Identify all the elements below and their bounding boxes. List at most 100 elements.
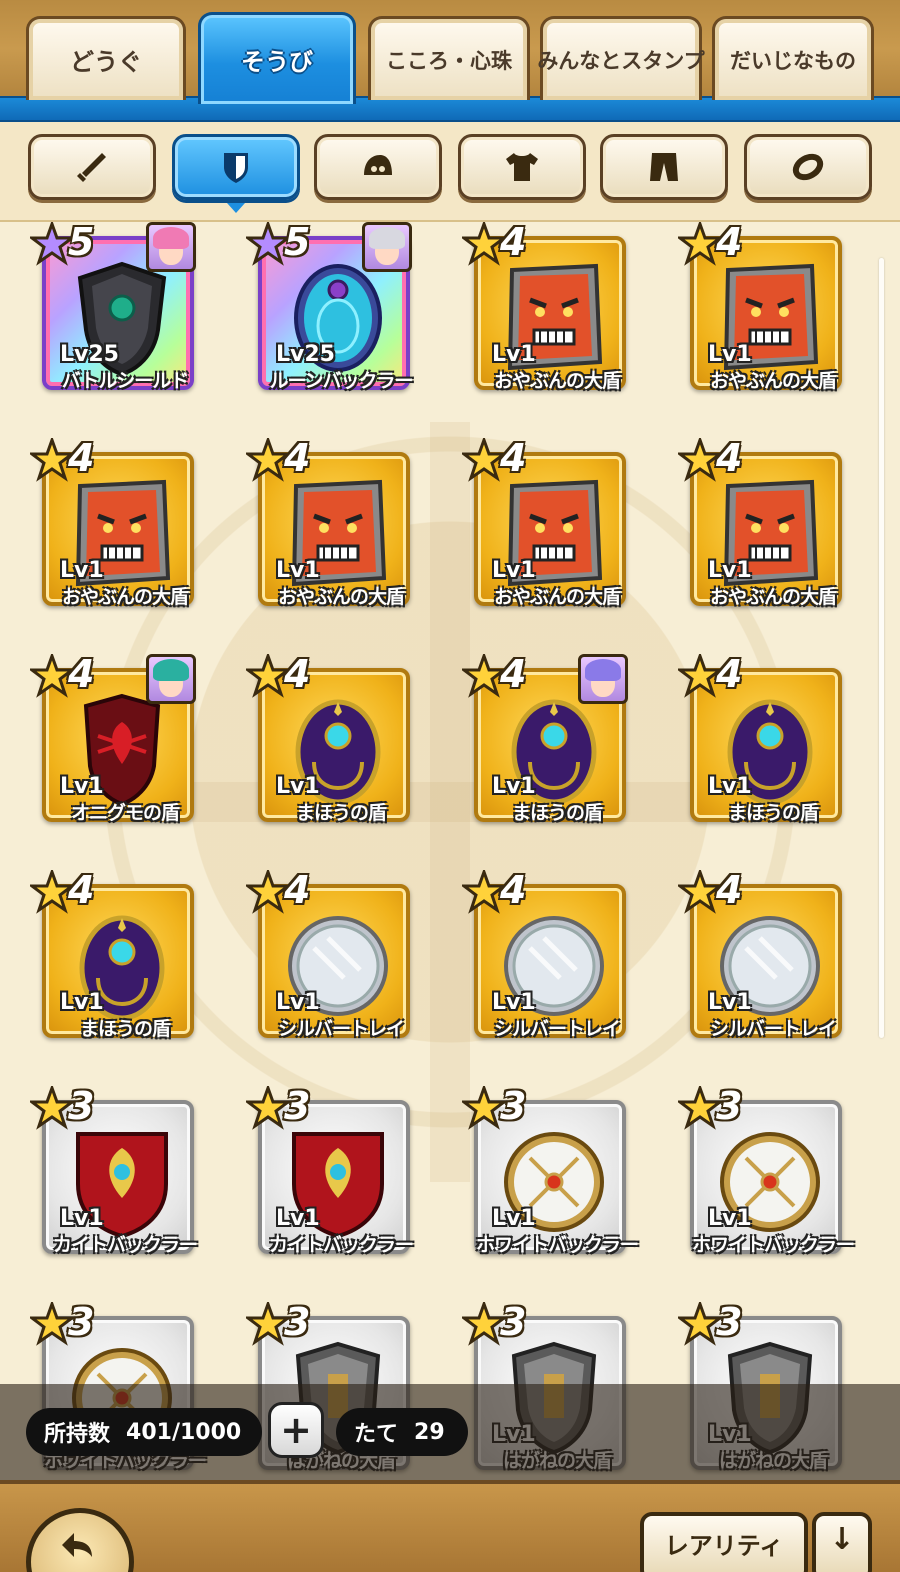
scrollbar[interactable] [879,258,884,1038]
equipment-card[interactable]: 5 Lv25 バトルシールド [30,222,196,394]
filter-accessory-button[interactable] [744,134,872,200]
sort-order-button[interactable]: ↓ [812,1512,872,1572]
equipment-card[interactable]: 4 Lv1 おやぶんの大盾 [30,436,196,610]
ring-icon [792,153,824,181]
item-name: おやぶんの大盾 [277,586,405,608]
tab-equipment[interactable]: そうび [198,12,356,104]
equipment-card[interactable]: 4 Lv1 おやぶんの大盾 [678,222,844,394]
item-level: Lv1 [492,774,536,799]
item-name: シルバートレイ [493,1018,621,1040]
rarity-number: 4 [284,436,311,480]
tab-stamps[interactable]: みんなとスタンプ [537,16,705,100]
item-level: Lv1 [492,342,536,367]
equipment-card[interactable]: 4 Lv1 まほうの盾 [30,868,196,1042]
equipment-card[interactable]: 4 Lv1 まほうの盾 [678,652,844,826]
item-name: おやぶんの大盾 [709,370,837,392]
owned-count-badge: 所持数 401/1000 [26,1408,262,1456]
rarity-number: 3 [716,1084,743,1128]
pink-hair-character-icon [146,222,196,272]
item-level: Lv1 [708,1206,752,1231]
item-name: おやぶんの大盾 [493,370,621,392]
equipment-card[interactable]: 3 Lv1 カイトバックラー [246,1084,414,1258]
tab-key-items[interactable]: だいじなもの [712,16,874,100]
expand-inventory-button[interactable]: + [268,1402,324,1458]
owned-count-value: 401/1000 [126,1419,242,1445]
category-count-value: 29 [414,1419,445,1445]
equipment-card[interactable]: 4 Lv1 おやぶんの大盾 [678,436,844,610]
sort-label: レアリティ [664,1532,784,1560]
item-level: Lv1 [60,990,104,1015]
tab-label: みんなとスタンプ [537,48,705,73]
tab-kokoro[interactable]: こころ・心珠 [368,16,530,100]
item-name: ホワイトバックラー [691,1234,855,1256]
equipment-card[interactable]: 4 Lv1 シルバートレイ [246,868,412,1042]
item-level: Lv1 [492,1206,536,1231]
sort-by-rarity-button[interactable]: レアリティ [640,1512,808,1572]
item-name: まほうの盾 [511,802,603,824]
item-level: Lv1 [708,558,752,583]
rarity-number: 4 [716,222,743,264]
rarity-number: 3 [500,1300,527,1344]
item-level: Lv1 [276,990,320,1015]
equipment-card[interactable]: 4 Lv1 おやぶんの大盾 [462,222,628,394]
equipment-card[interactable]: 4 Lv1 まほうの盾 [246,652,412,826]
category-label: たて [354,1422,399,1447]
back-arrow-icon [62,1533,92,1557]
equipment-card[interactable]: 3 Lv1 ホワイトバックラー [678,1084,855,1258]
item-level: Lv1 [708,342,752,367]
filter-helmet-button[interactable] [314,134,442,200]
equipment-card[interactable]: 4 Lv1 おやぶんの大盾 [246,436,412,610]
rarity-number: 5 [68,222,95,264]
rarity-number: 4 [284,868,311,912]
filter-legs-button[interactable] [600,134,728,200]
item-name: バトルシールド [61,370,190,392]
rarity-number: 4 [500,868,527,912]
teal-hair-character-icon [146,654,196,704]
pants-icon [650,153,678,181]
equipment-card[interactable]: 4 Lv1 シルバートレイ [462,868,628,1042]
purple-hair-character-icon [578,654,628,704]
tab-label: そうび [241,48,313,76]
item-name: オニグモの盾 [70,802,180,824]
item-level: Lv1 [60,774,104,799]
equipment-filter-row [0,122,900,222]
rarity-number: 3 [68,1300,95,1344]
equipment-card[interactable]: 4 Lv1 おやぶんの大盾 [462,436,628,610]
rarity-number: 4 [716,868,743,912]
rarity-number: 4 [716,436,743,480]
equipment-card[interactable]: 5 Lv25 ルーンバックラー [246,222,414,394]
item-level: Lv1 [276,558,320,583]
tab-items[interactable]: どうぐ [26,16,186,100]
item-name: カイトバックラー [268,1234,414,1256]
rarity-number: 3 [68,1084,95,1128]
shirt-icon [506,153,538,181]
tab-label: こころ・心珠 [386,48,512,73]
item-name: まほうの盾 [79,1018,171,1040]
rarity-number: 4 [500,222,527,264]
filter-shield-button[interactable] [172,134,300,213]
equipment-card[interactable]: 4 Lv1 オニグモの盾 [30,652,196,826]
equipment-card[interactable]: 4 Lv1 まほうの盾 [462,652,628,826]
equipment-card[interactable]: 3 Lv1 カイトバックラー [30,1084,198,1258]
sort-order-icon: ↓ [829,1522,855,1557]
rarity-number: 4 [716,652,743,696]
item-level: Lv25 [60,342,119,367]
item-level: Lv1 [708,774,752,799]
equipment-card[interactable]: 3 Lv1 ホワイトバックラー [462,1084,639,1258]
rarity-number: 3 [284,1084,311,1128]
item-name: おやぶんの大盾 [61,586,189,608]
filter-weapon-button[interactable] [28,134,156,200]
item-level: Lv1 [492,558,536,583]
rarity-number: 3 [716,1300,743,1344]
rarity-number: 3 [500,1084,527,1128]
rarity-number: 4 [284,652,311,696]
equipment-card[interactable]: 4 Lv1 シルバートレイ [678,868,844,1042]
item-name: ルーンバックラー [269,370,413,392]
rarity-number: 4 [68,652,95,696]
item-name: おやぶんの大盾 [709,586,837,608]
filter-armor-button[interactable] [458,134,586,200]
tab-label: どうぐ [70,48,142,76]
item-name: カイトバックラー [52,1234,198,1256]
item-name: シルバートレイ [277,1018,405,1040]
item-name: ホワイトバックラー [475,1234,639,1256]
